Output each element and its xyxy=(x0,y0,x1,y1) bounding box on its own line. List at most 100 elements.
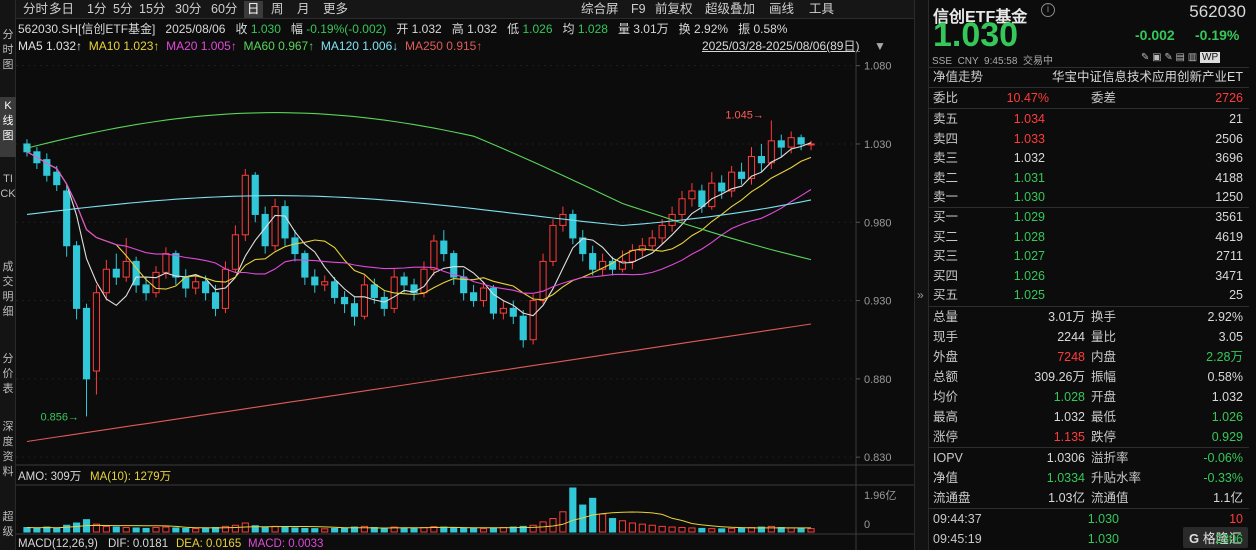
period-tab[interactable]: 60分 xyxy=(208,1,240,18)
left-menu-item[interactable]: 分价表 xyxy=(0,350,16,406)
left-menu-item[interactable]: 深度资料 xyxy=(0,418,16,494)
candle-body xyxy=(63,190,71,247)
edit-pencil-icons[interactable]: ✎ ▣ ✎ ▤ ▥ WP xyxy=(1141,52,1221,63)
candle-body xyxy=(807,143,815,146)
tick-volume: 2306 xyxy=(1215,532,1243,546)
stat-label: 内盘 xyxy=(1091,350,1117,364)
chart-toolbar: 分时 多日 1分 5分 15分 30分 60分日周月更多 综合屏 F9 前复权 超级叠加 画线 工具 xyxy=(16,0,914,19)
period-tab[interactable]: 日 xyxy=(244,1,263,18)
ma60-line xyxy=(26,112,812,261)
period-tab[interactable]: 1分 xyxy=(84,1,109,18)
price-change: -0.002 xyxy=(1135,27,1175,43)
volume-bar xyxy=(400,527,408,533)
volume-bar xyxy=(688,527,696,533)
candle-body xyxy=(350,303,359,317)
volume-bar xyxy=(559,511,567,533)
current-price: 1.030 xyxy=(933,16,1019,54)
volume-bar xyxy=(450,527,458,533)
period-tab[interactable]: 30分 xyxy=(172,1,204,18)
avg-label: 均 xyxy=(562,22,575,36)
candle-body xyxy=(420,268,428,294)
toolbar-button[interactable]: 超级叠加 xyxy=(702,1,758,18)
candle-body xyxy=(241,174,249,236)
bid-row: 买二 1.028 4619 xyxy=(929,227,1249,247)
ask-price: 1.032 xyxy=(1013,151,1045,165)
period-tab[interactable]: 15分 xyxy=(136,1,168,18)
ask-level-label: 卖四 xyxy=(933,131,959,146)
candle-body xyxy=(589,253,597,270)
bid-row: 买四 1.026 3471 xyxy=(929,266,1249,286)
candle-body xyxy=(122,260,130,278)
tick-row: 09:44:37 1.030 10 xyxy=(929,509,1249,529)
volume-bar xyxy=(231,524,239,533)
toolbar-button[interactable]: 综合屏 xyxy=(578,1,622,18)
volume-bar xyxy=(281,527,289,533)
left-menu-item[interactable]: 成交明细 xyxy=(0,258,16,334)
volume-bar xyxy=(628,522,636,533)
nav-trend-link[interactable]: 净值走势 xyxy=(933,67,983,87)
toolbar-button[interactable]: 前复权 xyxy=(652,1,696,18)
candle-body xyxy=(152,271,160,294)
app-window: 分时图 K线图 TICK 成交明细 分价表 深度资料 超级 分时 多日 1分 5分 15分 30分 60… xyxy=(0,0,1256,550)
info-icon[interactable]: i xyxy=(1041,3,1055,17)
volume-bar xyxy=(718,528,726,533)
volume-bar xyxy=(331,527,339,533)
stat-row: 最高 1.032 最低 1.026 xyxy=(929,407,1249,427)
nav-trend-row[interactable]: 净值走势 华宝中证信息技术应用创新产业ET xyxy=(929,67,1249,87)
period-tab[interactable]: 5分 xyxy=(110,1,135,18)
candle-body xyxy=(470,292,478,302)
fund-stat-label: 流通值 xyxy=(1091,491,1129,505)
stat-row: 总量 3.01万 换手 2.92% xyxy=(929,307,1249,327)
stat-value: 1.032 xyxy=(1211,390,1243,404)
toolbar-button[interactable]: 画线 xyxy=(766,1,797,18)
volume-bar xyxy=(678,527,686,533)
open-value: 1.032 xyxy=(411,22,442,36)
candle-body xyxy=(757,155,765,164)
period-tab[interactable]: 更多 xyxy=(320,1,351,18)
bid-level-label: 买三 xyxy=(933,249,959,263)
amplitude-value: 0.58% xyxy=(753,22,788,36)
left-menu-item[interactable]: TICK xyxy=(0,170,16,242)
period-tab[interactable]: 月 xyxy=(294,1,313,18)
stat-value: 0.929 xyxy=(1211,430,1243,444)
ma250-line xyxy=(26,323,812,443)
candle-body xyxy=(708,182,716,208)
candle-body xyxy=(559,213,567,226)
volume-bar xyxy=(172,527,180,533)
left-menu-item[interactable]: 分时图 xyxy=(0,26,16,86)
bid-volume: 4619 xyxy=(1215,229,1243,244)
fund-stat-label: 净值 xyxy=(933,471,959,485)
bid-level-label: 买二 xyxy=(933,229,959,244)
left-menu-item[interactable]: 超级 xyxy=(0,508,16,548)
kline-chart[interactable]: 1.080 1.030 0.980 0.930 0.880 0.830 1.045→ 0.85… xyxy=(16,50,914,550)
toolbar-button[interactable]: F9 xyxy=(628,1,649,18)
stat-value: 2.92% xyxy=(1207,310,1243,324)
period-tab[interactable]: 多日 xyxy=(46,1,77,18)
ask-level-label: 卖五 xyxy=(933,112,959,126)
period-tab[interactable]: 周 xyxy=(268,1,287,18)
left-menu-item[interactable]: K线图 xyxy=(0,97,16,157)
toolbar-button[interactable]: 工具 xyxy=(806,1,837,18)
candle-body xyxy=(82,307,91,380)
weicha-value: 2726 xyxy=(1215,91,1243,105)
bid-row: 买一 1.029 3561 xyxy=(929,207,1249,227)
candle-body xyxy=(360,284,368,317)
turnover-label: 换 xyxy=(678,22,691,36)
panel-collapse-handle[interactable]: » xyxy=(914,0,928,550)
y-tick-label: 1.030 xyxy=(864,139,892,151)
volume-bar xyxy=(102,525,110,533)
volume-bar xyxy=(53,527,61,533)
candle-body xyxy=(380,296,388,309)
stat-row: 均价 1.028 开盘 1.032 xyxy=(929,387,1249,407)
candle-body xyxy=(688,190,696,200)
candle-body xyxy=(539,260,547,302)
price-change-pct: -0.19% xyxy=(1195,27,1240,43)
y-tick-label: 0.980 xyxy=(864,217,892,229)
stat-label: 量比 xyxy=(1091,330,1117,344)
bid-price: 1.029 xyxy=(1013,210,1045,224)
low-marker-label: 0.856→ xyxy=(41,411,80,423)
volume-bar xyxy=(182,527,190,533)
candle-body xyxy=(718,182,726,192)
ask-row: 卖三 1.032 3696 xyxy=(929,148,1249,168)
candle-body xyxy=(400,276,408,286)
